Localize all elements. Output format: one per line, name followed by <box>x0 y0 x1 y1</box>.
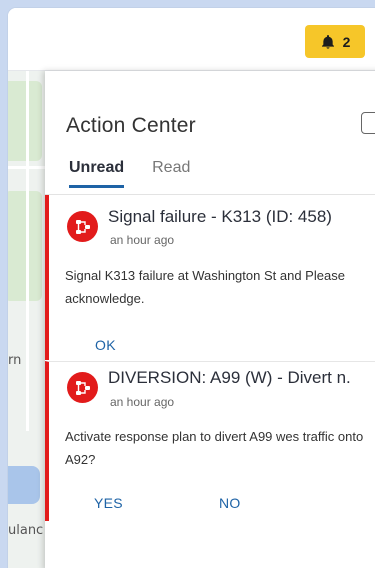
tab-read[interactable]: Read <box>152 159 190 188</box>
map-road <box>26 71 29 431</box>
notification-card[interactable]: Signal failure - K313 (ID: 458) an hour … <box>45 195 375 360</box>
notification-body: Signal K313 failure at Washington St and… <box>65 268 345 306</box>
notification-title: Signal failure - K313 (ID: 458) <box>108 207 332 226</box>
notification-body: Activate response plan to divert A99 wes… <box>65 429 364 467</box>
bell-icon <box>321 34 334 49</box>
notification-time: an hour ago <box>110 233 175 247</box>
top-bar: 2 <box>8 8 375 71</box>
action-center-panel: Action Center Unread Read Signal failure… <box>45 71 375 568</box>
yes-button[interactable]: YES <box>94 495 123 511</box>
notification-card[interactable]: DIVERSION: A99 (W) - Divert n. an hour a… <box>45 361 375 521</box>
app-window: 2 rn ulanc Action Center Unread Read Sig… <box>8 8 375 568</box>
map-view[interactable]: rn ulanc <box>8 71 48 568</box>
close-panel-button[interactable] <box>361 112 375 134</box>
traffic-network-icon <box>67 372 98 403</box>
map-park-area <box>8 191 42 301</box>
map-park-area <box>8 81 42 161</box>
tab-unread[interactable]: Unread <box>69 159 125 188</box>
notification-time: an hour ago <box>110 395 175 409</box>
ok-button[interactable]: OK <box>95 337 116 353</box>
traffic-network-icon <box>67 211 98 242</box>
map-label: ulanc <box>8 523 44 538</box>
tab-bar: Unread Read <box>69 159 190 188</box>
notifications-button[interactable]: 2 <box>305 25 365 58</box>
notification-count: 2 <box>342 33 351 50</box>
map-road <box>8 166 48 169</box>
panel-title: Action Center <box>66 114 196 137</box>
notification-title: DIVERSION: A99 (W) - Divert n. <box>108 368 351 387</box>
map-water <box>8 466 40 504</box>
no-button[interactable]: NO <box>219 495 241 511</box>
map-label: rn <box>8 353 22 368</box>
